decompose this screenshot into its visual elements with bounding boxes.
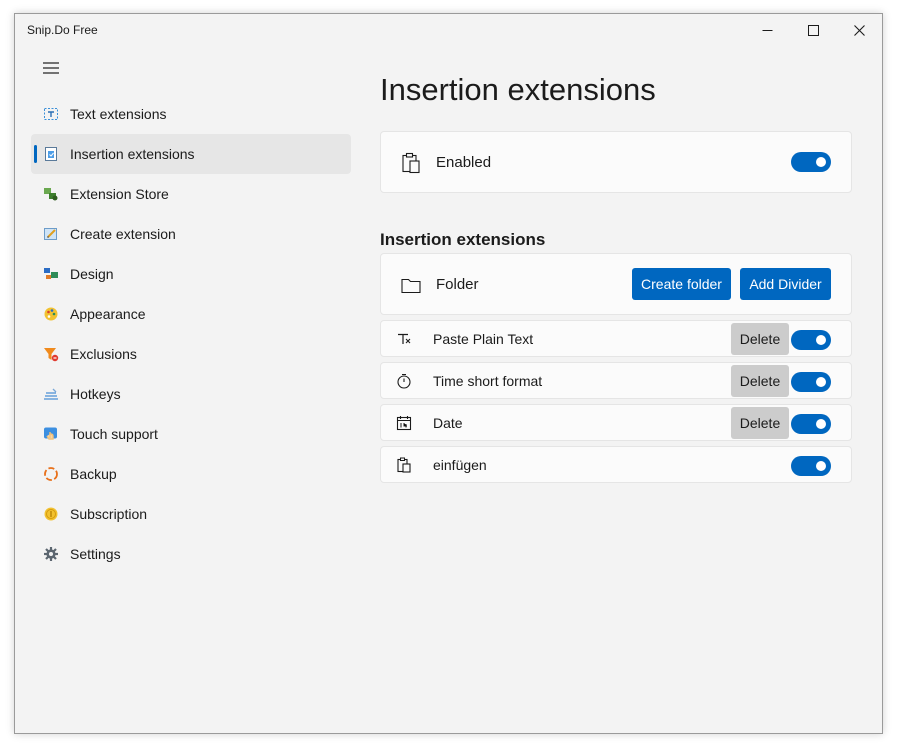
enabled-toggle[interactable] [791,152,831,172]
delete-button[interactable]: Delete [731,323,789,355]
close-button[interactable] [836,14,882,46]
sidebar-item-subscription[interactable]: Subscription [31,494,351,534]
calendar-icon [396,415,412,431]
extension-label: Date [433,415,463,431]
sidebar-item-hotkeys[interactable]: Hotkeys [31,374,351,414]
sidebar-item-backup[interactable]: Backup [31,454,351,494]
sidebar-nav: Text extensions Insertion extensions Ext… [31,94,351,574]
section-title: Insertion extensions [380,230,546,249]
exclusions-icon [43,346,59,362]
sidebar-item-label: Extension Store [70,186,169,202]
delete-button[interactable]: Delete [731,365,789,397]
appearance-icon [43,306,59,322]
extension-toggle[interactable] [791,330,831,350]
sidebar-item-label: Text extensions [70,106,167,122]
sidebar-item-design[interactable]: Design [31,254,351,294]
stopwatch-icon [396,373,412,389]
backup-icon [43,466,59,482]
sidebar-item-label: Touch support [70,426,158,442]
settings-icon [43,546,59,562]
page-title: Insertion extensions [380,72,656,107]
folder-icon [401,274,421,296]
sidebar-item-text-extensions[interactable]: Text extensions [31,94,351,134]
sidebar-item-label: Backup [70,466,117,482]
sidebar-item-label: Subscription [70,506,148,522]
folder-card: Folder Create folder Add Divider [380,253,852,315]
subscription-icon [43,506,59,522]
sidebar-item-label: Settings [70,546,121,562]
sidebar-item-label: Exclusions [70,346,137,362]
hotkeys-icon [43,386,59,402]
app-title: Snip.Do Free [27,23,98,37]
sidebar-item-label: Design [70,266,114,282]
create-folder-button[interactable]: Create folder [632,268,731,300]
insertion-extensions-icon [43,146,59,162]
touch-support-icon [43,426,59,442]
maximize-button[interactable] [790,14,836,46]
title-bar[interactable]: Snip.Do Free [15,14,882,46]
hamburger-icon [43,62,59,74]
minimize-icon [762,29,772,31]
sidebar-item-create-extension[interactable]: Create extension [31,214,351,254]
sidebar-item-appearance[interactable]: Appearance [31,294,351,334]
enabled-card: Enabled [380,131,852,193]
sidebar-item-label: Appearance [70,306,146,322]
extension-row-paste-plain-text[interactable]: Paste Plain Text Delete [380,320,852,357]
extension-label: Time short format [433,373,543,389]
sidebar-item-exclusions[interactable]: Exclusions [31,334,351,374]
extension-row-einfuegen[interactable]: einfügen [380,446,852,483]
add-divider-button[interactable]: Add Divider [740,268,831,300]
extension-store-icon [43,186,59,202]
clear-format-icon [396,331,412,347]
sidebar-item-extension-store[interactable]: Extension Store [31,174,351,214]
folder-label: Folder [436,276,479,293]
delete-button[interactable]: Delete [731,407,789,439]
text-extensions-icon [43,106,59,122]
extension-label: einfügen [433,457,487,473]
enabled-label: Enabled [436,154,492,171]
sidebar-item-label: Hotkeys [70,386,121,402]
hamburger-menu-button[interactable] [37,56,65,80]
extension-toggle[interactable] [791,456,831,476]
extension-toggle[interactable] [791,414,831,434]
minimize-button[interactable] [744,14,790,46]
extension-row-date[interactable]: Date Delete [380,404,852,441]
extension-row-time-short-format[interactable]: Time short format Delete [380,362,852,399]
paste-icon [396,457,412,473]
extension-toggle[interactable] [791,372,831,392]
app-window: Snip.Do Free Text extensions Insertion e… [14,13,883,734]
maximize-icon [807,24,819,36]
sidebar-item-settings[interactable]: Settings [31,534,351,574]
create-extension-icon [43,226,59,242]
sidebar-item-insertion-extensions[interactable]: Insertion extensions [31,134,351,174]
clipboard-icon [401,152,421,174]
sidebar-item-label: Create extension [70,226,176,242]
sidebar-item-touch-support[interactable]: Touch support [31,414,351,454]
design-icon [43,266,59,282]
close-icon [853,24,865,36]
sidebar-item-label: Insertion extensions [70,146,195,162]
extension-label: Paste Plain Text [433,331,534,347]
